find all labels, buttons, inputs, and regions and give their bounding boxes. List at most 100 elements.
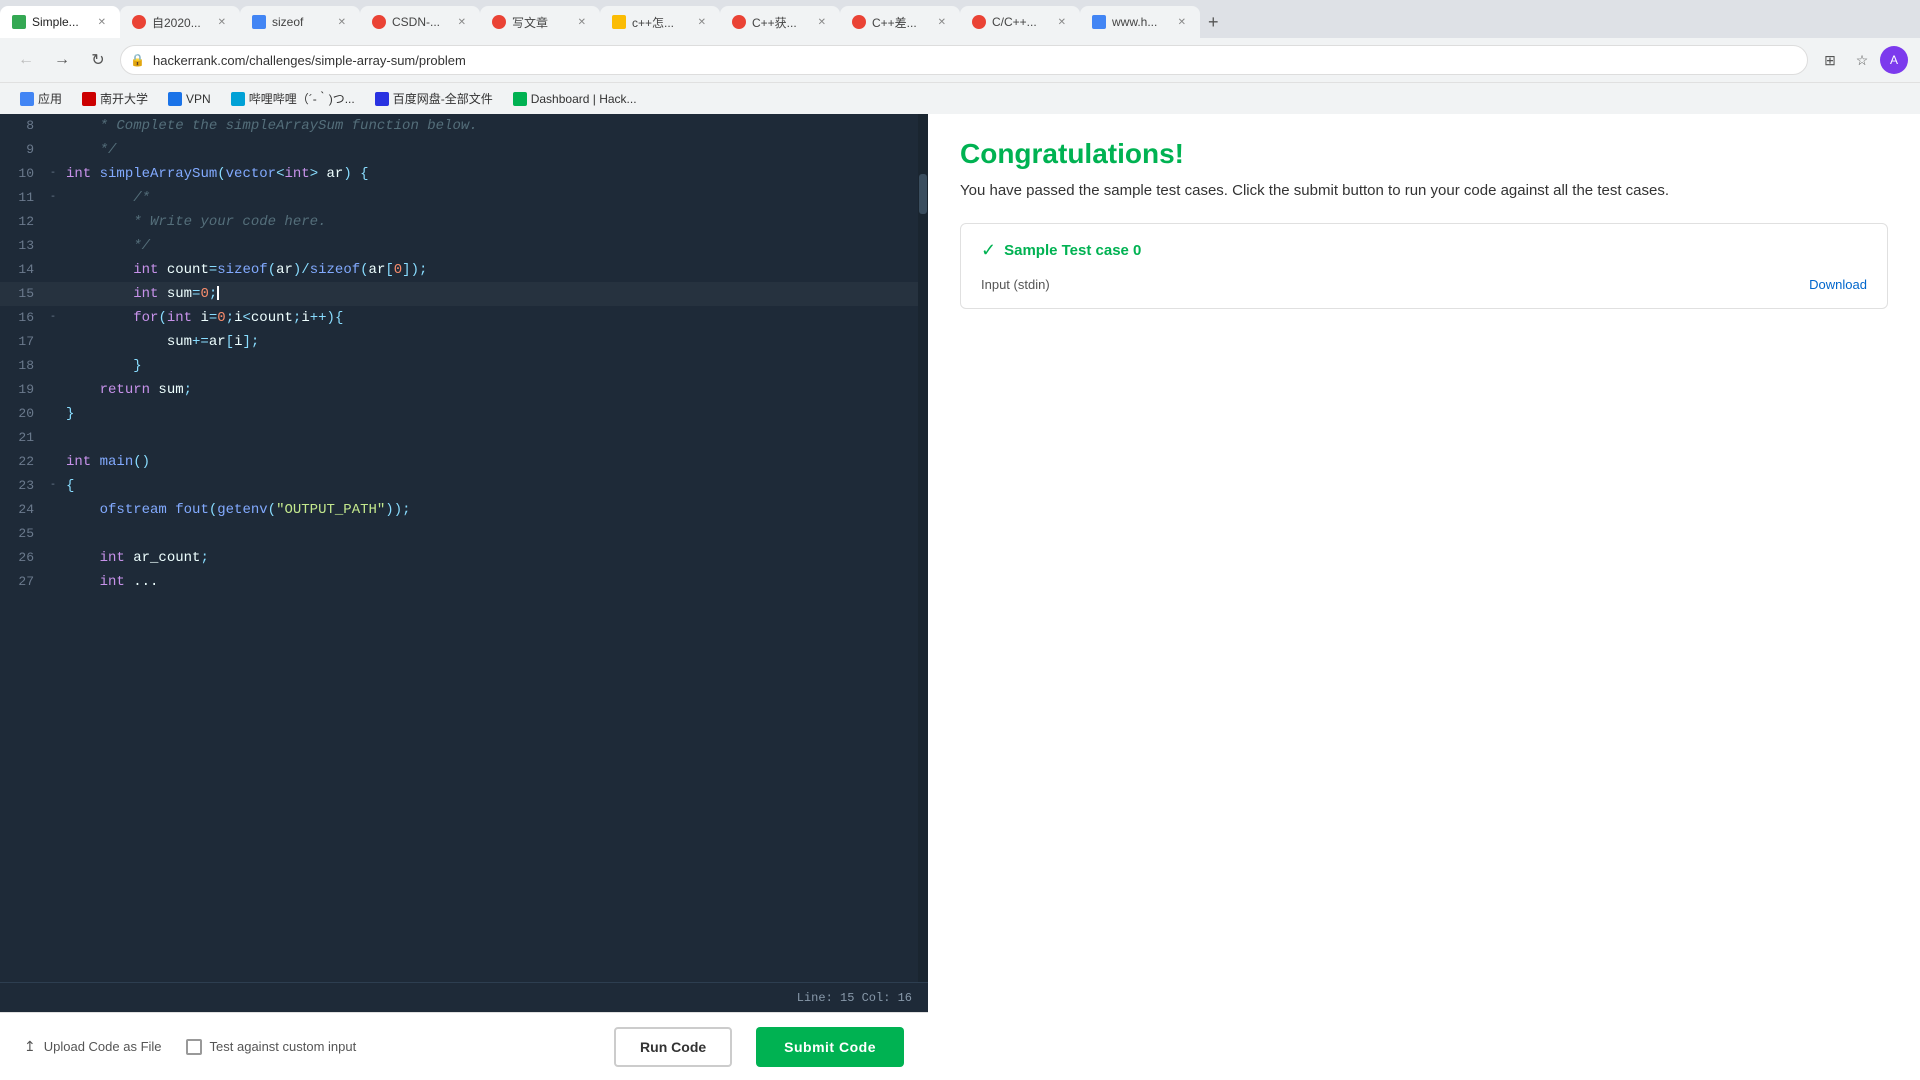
editor-status-text: Line: 15 Col: 16 <box>797 991 912 1005</box>
fold-16[interactable]: - <box>50 306 66 330</box>
code-line-26: 26 int ar_count; <box>0 546 918 570</box>
line-num-9: 9 <box>0 138 50 162</box>
tab-close-9[interactable]: ✕ <box>1056 15 1068 30</box>
test-case-title-0: Sample Test case 0 <box>1004 242 1141 259</box>
tab-5[interactable]: 写文章 ✕ <box>480 6 600 38</box>
address-input[interactable] <box>120 45 1808 75</box>
tab-9[interactable]: C/C++... ✕ <box>960 6 1080 38</box>
line-content-12[interactable]: * Write your code here. <box>66 210 918 234</box>
line-num-14: 14 <box>0 258 50 282</box>
line-content-8[interactable]: * Complete the simpleArraySum function b… <box>66 114 918 138</box>
bookmark-nankai[interactable]: 南开大学 <box>74 88 156 109</box>
tab-8[interactable]: C++差... ✕ <box>840 6 960 38</box>
tab-2[interactable]: 自2020... ✕ <box>120 6 240 38</box>
code-line-15: 15 int sum=0; <box>0 282 918 306</box>
bookmark-baidu[interactable]: 百度网盘-全部文件 <box>367 88 501 109</box>
upload-code-button[interactable]: ↥ Upload Code as File <box>24 1038 162 1055</box>
test-input-label-0: Input (stdin) <box>981 277 1050 292</box>
fold-11[interactable]: - <box>50 186 66 210</box>
run-code-button[interactable]: Run Code <box>614 1027 732 1067</box>
checkbox-box[interactable] <box>186 1039 202 1055</box>
congrats-message: You have passed the sample test cases. C… <box>960 182 1888 199</box>
tab-10[interactable]: www.h... ✕ <box>1080 6 1200 38</box>
line-content-13[interactable]: */ <box>66 234 918 258</box>
tab-6[interactable]: c++怎... ✕ <box>600 6 720 38</box>
code-line-21: 21 <box>0 426 918 450</box>
editor-scroll[interactable]: 8 * Complete the simpleArraySum function… <box>0 114 918 982</box>
code-line-24: 24 ofstream fout(getenv("OUTPUT_PATH")); <box>0 498 918 522</box>
line-content-22[interactable]: int main() <box>66 450 918 474</box>
line-content-24[interactable]: ofstream fout(getenv("OUTPUT_PATH")); <box>66 498 918 522</box>
tab-close-6[interactable]: ✕ <box>696 15 708 30</box>
line-content-20[interactable]: } <box>66 402 918 426</box>
custom-input-label: Test against custom input <box>210 1039 357 1054</box>
tab-close-7[interactable]: ✕ <box>816 15 828 30</box>
tab-close-5[interactable]: ✕ <box>576 15 588 30</box>
tab-close-3[interactable]: ✕ <box>336 15 348 30</box>
line-content-27[interactable]: int ... <box>66 570 918 594</box>
line-num-24: 24 <box>0 498 50 522</box>
code-line-20: 20 } <box>0 402 918 426</box>
tab-favicon-9 <box>972 15 986 29</box>
bookmarks-bar: 应用 南开大学 VPN 哔哩哔哩（´-｀)つ... 百度网盘-全部文件 Dash… <box>0 82 1920 114</box>
line-num-20: 20 <box>0 402 50 426</box>
code-line-16: 16 - for(int i=0;i<count;i++){ <box>0 306 918 330</box>
line-content-23[interactable]: { <box>66 474 918 498</box>
tab-title-7: C++获... <box>752 14 810 31</box>
bookmark-favicon-bilibili <box>231 92 245 106</box>
line-content-18[interactable]: } <box>66 354 918 378</box>
line-content-15[interactable]: int sum=0; <box>66 282 918 306</box>
tab-close-2[interactable]: ✕ <box>216 15 228 30</box>
star-button[interactable]: ☆ <box>1848 46 1876 74</box>
line-num-18: 18 <box>0 354 50 378</box>
code-line-25: 25 <box>0 522 918 546</box>
editor-scrollbar[interactable] <box>918 114 928 982</box>
content-area: 8 * Complete the simpleArraySum function… <box>0 114 1920 1080</box>
tab-close-8[interactable]: ✕ <box>936 15 948 30</box>
forward-button[interactable]: → <box>48 46 76 74</box>
line-content-11[interactable]: /* <box>66 186 918 210</box>
lock-icon: 🔒 <box>130 53 145 67</box>
back-button[interactable]: ← <box>12 46 40 74</box>
bookmark-hackerrank[interactable]: Dashboard | Hack... <box>505 90 645 108</box>
code-editor[interactable]: 8 * Complete the simpleArraySum function… <box>0 114 918 982</box>
tab-title-2: 自2020... <box>152 14 210 31</box>
custom-input-checkbox[interactable]: Test against custom input <box>186 1039 357 1055</box>
tab-close-4[interactable]: ✕ <box>456 15 468 30</box>
code-line-13: 13 */ <box>0 234 918 258</box>
bookmark-vpn[interactable]: VPN <box>160 90 219 108</box>
submit-code-button[interactable]: Submit Code <box>756 1027 904 1067</box>
code-line-9: 9 */ <box>0 138 918 162</box>
tab-7[interactable]: C++获... ✕ <box>720 6 840 38</box>
line-content-14[interactable]: int count=sizeof(ar)/sizeof(ar[0]); <box>66 258 918 282</box>
line-content-16[interactable]: for(int i=0;i<count;i++){ <box>66 306 918 330</box>
bookmark-apps[interactable]: 应用 <box>12 88 70 109</box>
tab-title-6: c++怎... <box>632 14 690 31</box>
tab-close-10[interactable]: ✕ <box>1176 15 1188 30</box>
line-content-9[interactable]: */ <box>66 138 918 162</box>
fold-10[interactable]: - <box>50 162 66 186</box>
fold-23[interactable]: - <box>50 474 66 498</box>
download-link-0[interactable]: Download <box>1809 277 1867 292</box>
line-num-8: 8 <box>0 114 50 138</box>
new-tab-button[interactable]: + <box>1200 12 1227 33</box>
tab-favicon-6 <box>612 15 626 29</box>
line-num-26: 26 <box>0 546 50 570</box>
code-line-22: 22 int main() <box>0 450 918 474</box>
reload-button[interactable]: ↻ <box>84 46 112 74</box>
line-content-19[interactable]: return sum; <box>66 378 918 402</box>
tab-3[interactable]: sizeof ✕ <box>240 6 360 38</box>
editor-statusbar: Line: 15 Col: 16 <box>0 982 928 1012</box>
tab-4[interactable]: CSDN-... ✕ <box>360 6 480 38</box>
tab-1[interactable]: Simple... ✕ <box>0 6 120 38</box>
editor-scrollbar-thumb[interactable] <box>919 174 927 214</box>
bookmark-bilibili[interactable]: 哔哩哔哩（´-｀)つ... <box>223 88 363 109</box>
line-num-10: 10 <box>0 162 50 186</box>
tab-close-1[interactable]: ✕ <box>96 15 108 30</box>
tab-favicon-7 <box>732 15 746 29</box>
translate-button[interactable]: ⊞ <box>1816 46 1844 74</box>
profile-avatar[interactable]: A <box>1880 46 1908 74</box>
line-content-26[interactable]: int ar_count; <box>66 546 918 570</box>
line-content-17[interactable]: sum+=ar[i]; <box>66 330 918 354</box>
line-content-10[interactable]: int simpleArraySum(vector<int> ar) { <box>66 162 918 186</box>
